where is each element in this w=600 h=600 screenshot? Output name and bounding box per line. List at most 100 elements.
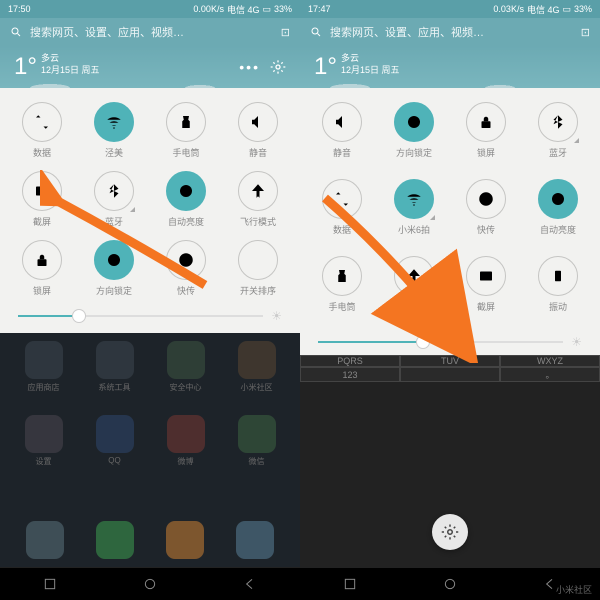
qs-label: 自动亮度 xyxy=(168,215,204,228)
more-icon[interactable]: ••• xyxy=(239,59,260,75)
slider-fill xyxy=(18,315,72,317)
gear-icon xyxy=(441,523,459,541)
qs-label: 截屏 xyxy=(33,215,51,228)
qs-tile-auto-bright[interactable]: 自动亮度 xyxy=(152,171,220,228)
nav-home[interactable] xyxy=(442,576,458,592)
key[interactable]: WXYZ xyxy=(500,355,600,367)
status-signal: 电信 4G xyxy=(527,3,560,16)
qs-tile-reorder[interactable]: 开关排序 xyxy=(224,240,292,297)
watermark: 小米社区 xyxy=(556,583,592,596)
quick-settings-panel: 静音 方向锁定锁屏蓝牙数据 小米6拍 快传 自动亮度手电筒飞行模式截屏振动 ☀ xyxy=(300,88,600,355)
qs-tile-vibrate[interactable]: 振动 xyxy=(524,256,592,313)
assistive-settings-button[interactable] xyxy=(432,514,468,550)
qs-label: 蓝牙 xyxy=(105,215,123,228)
screenshot-icon xyxy=(22,171,62,211)
key[interactable]: 。 xyxy=(500,367,600,382)
qs-label: 方向锁定 xyxy=(96,284,132,297)
wifi-icon xyxy=(94,102,134,142)
qs-tile-lock[interactable]: 锁屏 xyxy=(8,240,76,297)
settings-icon[interactable] xyxy=(270,59,286,75)
weather-widget[interactable]: 1° 多云 12月15日 周五 xyxy=(300,46,600,88)
dock-app[interactable] xyxy=(96,521,134,559)
key[interactable]: TUV xyxy=(400,355,500,367)
weather-temp: 1° xyxy=(14,53,37,81)
qs-tile-torch[interactable]: 手电筒 xyxy=(308,256,376,313)
app-安全中心[interactable]: 安全中心 xyxy=(152,341,219,411)
qs-tile-bt[interactable]: 蓝牙 xyxy=(524,102,592,159)
key[interactable]: 123 xyxy=(300,367,400,382)
brightness-icon: ☀ xyxy=(571,335,582,349)
qs-label: 飞行模式 xyxy=(240,215,276,228)
qs-tile-wifi[interactable]: 泾美 xyxy=(80,102,148,159)
qs-tile-mute[interactable]: 静音 xyxy=(308,102,376,159)
nav-recents[interactable] xyxy=(42,576,58,592)
qs-label: 小米6拍 xyxy=(398,223,430,236)
qs-tile-rotate[interactable]: 方向锁定 xyxy=(380,102,448,159)
nav-home[interactable] xyxy=(142,576,158,592)
qs-tile-torch[interactable]: 手电筒 xyxy=(152,102,220,159)
qs-tile-wifi[interactable]: 小米6拍 xyxy=(380,179,448,236)
lock-icon xyxy=(466,102,506,142)
data-icon xyxy=(22,102,62,142)
qs-tile-lock[interactable]: 锁屏 xyxy=(452,102,520,159)
qs-tile-auto-bright[interactable]: 自动亮度 xyxy=(524,179,592,236)
app-QQ[interactable]: QQ xyxy=(81,415,148,485)
qs-label: 振动 xyxy=(549,300,567,313)
qs-tile-airplane[interactable]: 飞行模式 xyxy=(380,256,448,313)
app-微博[interactable]: 微博 xyxy=(152,415,219,485)
dock-app[interactable] xyxy=(166,521,204,559)
home-screen: 应用商店系统工具安全中心小米社区设置QQ微博微信 xyxy=(0,333,300,567)
app-微信[interactable]: 微信 xyxy=(223,415,290,485)
vibrate-icon xyxy=(538,256,578,296)
app-小米社区[interactable]: 小米社区 xyxy=(223,341,290,411)
qs-tile-bt[interactable]: 蓝牙 xyxy=(80,171,148,228)
slider-thumb[interactable] xyxy=(72,309,86,323)
search-bar[interactable]: 搜索网页、设置、应用、视频… ⊡ xyxy=(300,18,600,46)
screenshot-icon xyxy=(466,256,506,296)
app-应用商店[interactable]: 应用商店 xyxy=(10,341,77,411)
nav-recents[interactable] xyxy=(342,576,358,592)
rotate-icon xyxy=(394,102,434,142)
status-battery-icon: ▭ xyxy=(562,4,571,15)
key[interactable] xyxy=(400,367,500,382)
weather-date: 12月15日 周五 xyxy=(341,65,400,77)
auto-bright-icon xyxy=(166,171,206,211)
key[interactable]: PQRS xyxy=(300,355,400,367)
app-系统工具[interactable]: 系统工具 xyxy=(81,341,148,411)
weather-cond: 多云 xyxy=(41,53,100,65)
brightness-slider[interactable]: ☀ xyxy=(308,335,592,349)
data-icon xyxy=(322,179,362,219)
scan-icon[interactable]: ⊡ xyxy=(281,26,290,39)
qs-tile-transfer[interactable]: 快传 xyxy=(452,179,520,236)
status-speed: 0.00K/s xyxy=(193,4,224,14)
qs-tile-screenshot[interactable]: 截屏 xyxy=(452,256,520,313)
dock-app[interactable] xyxy=(236,521,274,559)
qs-label: 数据 xyxy=(333,223,351,236)
slider-thumb[interactable] xyxy=(416,335,430,349)
search-placeholder: 搜索网页、设置、应用、视频… xyxy=(30,24,184,40)
mute-icon xyxy=(322,102,362,142)
qs-tile-screenshot[interactable]: 截屏 xyxy=(8,171,76,228)
qs-tile-rotate[interactable]: 方向锁定 xyxy=(80,240,148,297)
status-bar: 17:50 0.00K/s 电信 4G ▭ 33% xyxy=(0,0,300,18)
transfer-icon xyxy=(166,240,206,280)
brightness-slider[interactable]: ☀ xyxy=(8,309,292,323)
app-设置[interactable]: 设置 xyxy=(10,415,77,485)
weather-widget[interactable]: 1° 多云 12月15日 周五 ••• xyxy=(0,46,300,88)
qs-tile-airplane[interactable]: 飞行模式 xyxy=(224,171,292,228)
nav-back[interactable] xyxy=(242,576,258,592)
search-bar[interactable]: 搜索网页、设置、应用、视频… ⊡ xyxy=(0,18,300,46)
dock-app[interactable] xyxy=(26,521,64,559)
qs-label: 自动亮度 xyxy=(540,223,576,236)
qs-tile-transfer[interactable]: 快传 xyxy=(152,240,220,297)
qs-tile-mute[interactable]: 静音 xyxy=(224,102,292,159)
qs-label: 泾美 xyxy=(105,146,123,159)
qs-tile-data[interactable]: 数据 xyxy=(8,102,76,159)
scan-icon[interactable]: ⊡ xyxy=(581,26,590,39)
qs-label: 静音 xyxy=(333,146,351,159)
status-speed: 0.03K/s xyxy=(493,4,524,14)
mute-icon xyxy=(238,102,278,142)
qs-tile-data[interactable]: 数据 xyxy=(308,179,376,236)
torch-icon xyxy=(322,256,362,296)
qs-label: 快传 xyxy=(477,223,495,236)
